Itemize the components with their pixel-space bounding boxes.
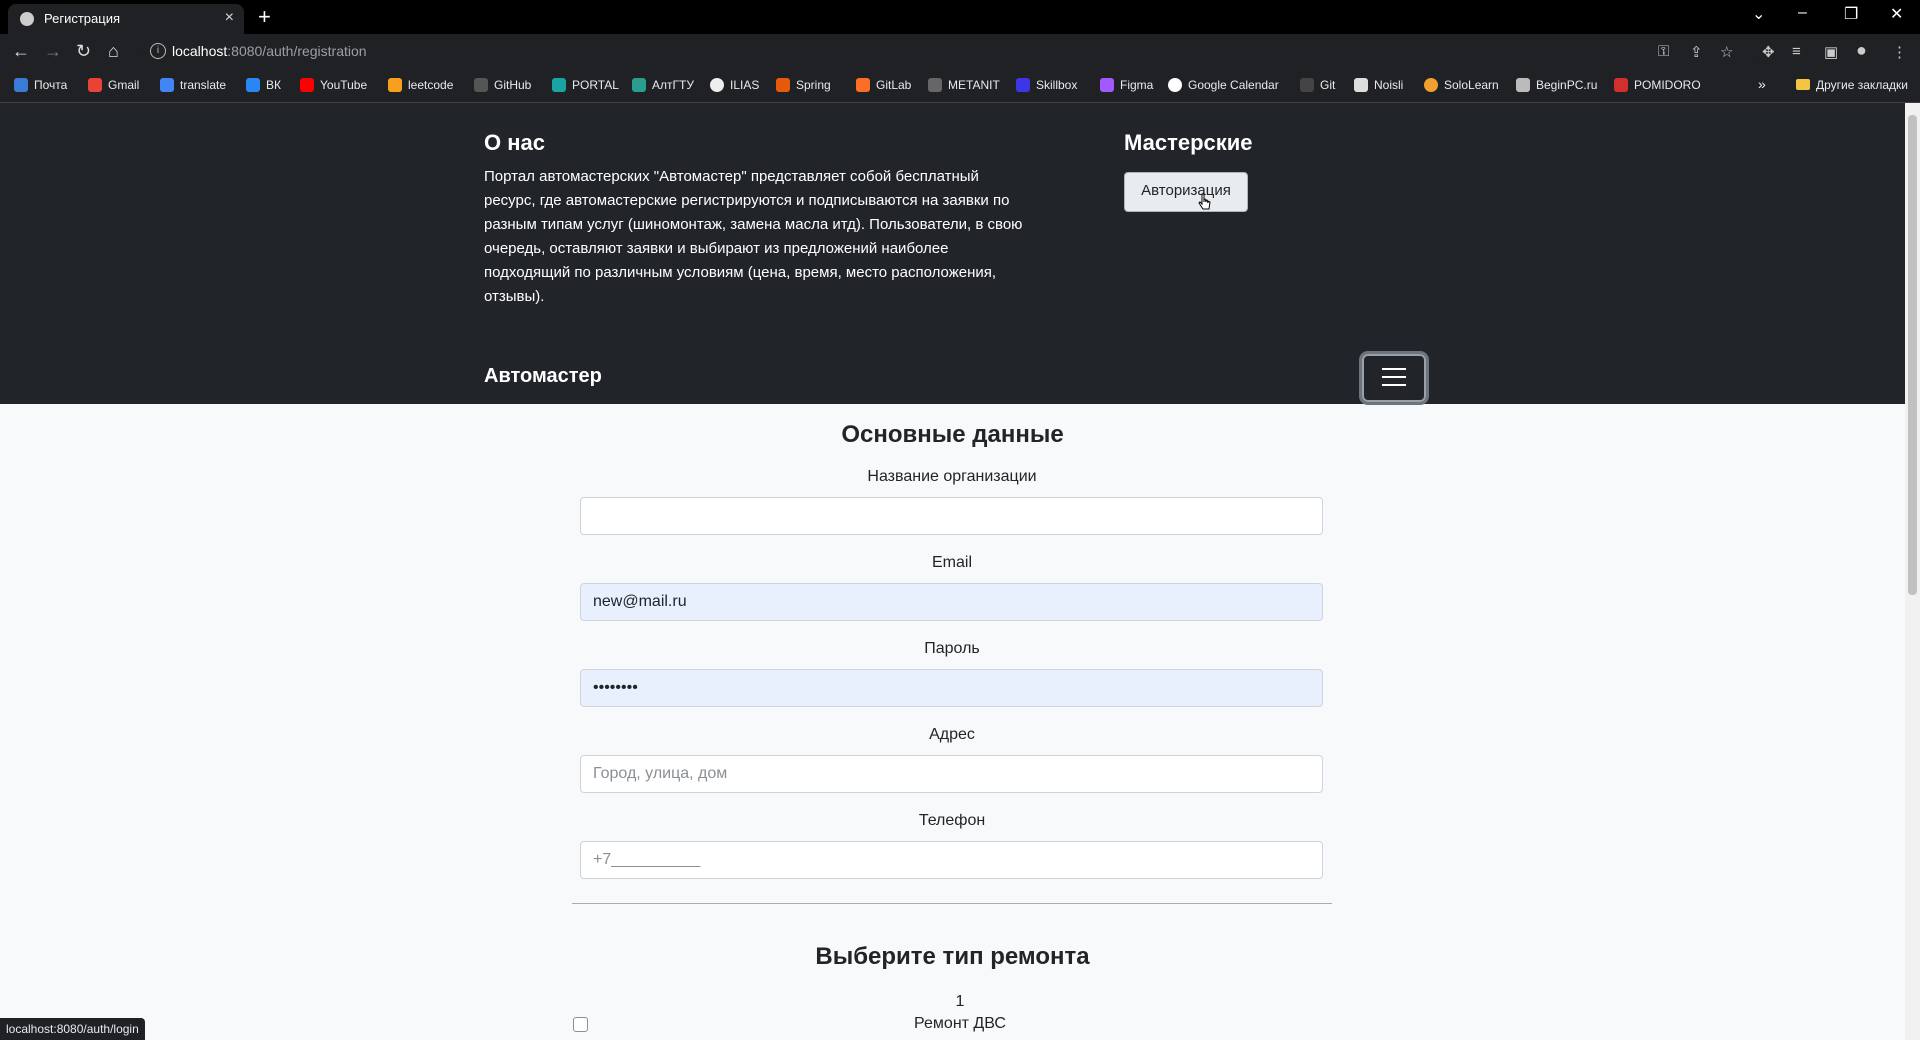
address-input[interactable]	[580, 755, 1323, 793]
phone-input[interactable]	[580, 841, 1323, 879]
site-header: О нас Портал автомастерских "Автомастер"…	[0, 103, 1905, 404]
workshops-title: Мастерские	[1124, 130, 1253, 155]
extensions-icon[interactable]: ✥	[1762, 43, 1775, 61]
close-tab-icon[interactable]: ×	[225, 9, 234, 27]
bookmark-item[interactable]: ВК	[246, 78, 281, 92]
repair-item-name: Ремонт ДВС	[914, 1015, 1006, 1032]
hamburger-icon	[1382, 368, 1406, 370]
navbar-toggle-button[interactable]	[1362, 354, 1426, 402]
window-close-icon[interactable]: ✕	[1890, 4, 1903, 24]
password-label: Пароль	[924, 640, 980, 657]
bookmark-item[interactable]: Почта	[14, 78, 67, 92]
bookmark-item[interactable]: Spring	[776, 78, 831, 92]
bookmark-item[interactable]: METANIT	[928, 78, 1000, 92]
email-input[interactable]	[580, 583, 1323, 621]
page-viewport: О нас Портал автомастерских "Автомастер"…	[0, 103, 1905, 1040]
password-input[interactable]	[580, 669, 1323, 707]
address-bar[interactable]: i localhost:8080/auth/registration	[142, 38, 1762, 66]
hamburger-icon-bar	[1382, 384, 1406, 386]
bookmark-star-icon[interactable]: ☆	[1720, 43, 1733, 61]
divider	[572, 903, 1332, 904]
page-scrollbar[interactable]	[1905, 103, 1920, 1040]
home-icon[interactable]: ⌂	[108, 41, 119, 62]
bookmark-item[interactable]: leetcode	[388, 78, 453, 92]
login-button[interactable]: Авторизация	[1124, 172, 1248, 212]
other-bookmarks[interactable]: Другие закладки	[1796, 78, 1908, 92]
org-name-input[interactable]	[580, 497, 1323, 535]
about-text: Портал автомастерских "Автомастер" предс…	[484, 168, 1023, 305]
media-icon[interactable]: ≡	[1792, 43, 1801, 60]
about-title: О нас	[484, 130, 545, 155]
brand-title[interactable]: Автомастер	[484, 365, 602, 388]
more-bookmarks-icon[interactable]: »	[1758, 76, 1766, 92]
address-label: Адрес	[929, 726, 975, 743]
folder-icon	[1796, 79, 1810, 90]
back-icon[interactable]: ←	[12, 41, 30, 62]
org-name-label: Название организации	[867, 468, 1037, 485]
menu-icon[interactable]: ⋮	[1892, 43, 1907, 61]
bookmark-item[interactable]: Gmail	[88, 78, 139, 92]
share-icon[interactable]: ⇪	[1690, 43, 1703, 61]
repair-type-heading: Выберите тип ремонта	[815, 943, 1090, 970]
repair-item-number: 1	[955, 993, 965, 1010]
bookmark-item[interactable]: Figma	[1100, 78, 1153, 92]
hamburger-icon-bar	[1382, 376, 1406, 378]
bookmark-item[interactable]: SoloLearn	[1424, 78, 1499, 92]
phone-label: Телефон	[918, 812, 986, 829]
bookmark-item[interactable]: PORTAL	[552, 78, 619, 92]
reload-icon[interactable]: ↻	[76, 41, 91, 62]
bookmark-item[interactable]: YouTube	[300, 78, 367, 92]
profile-avatar-icon[interactable]: ●	[1856, 40, 1867, 61]
tab-title: Регистрация	[44, 11, 120, 26]
url-text: localhost:8080/auth/registration	[172, 43, 367, 59]
bookmark-item[interactable]: Skillbox	[1016, 78, 1077, 92]
site-info-icon[interactable]: i	[150, 43, 166, 59]
forward-icon[interactable]: →	[44, 41, 62, 62]
bookmark-item[interactable]: POMIDORO	[1614, 78, 1701, 92]
email-label: Email	[931, 554, 972, 571]
bookmark-item[interactable]: GitHub	[474, 78, 531, 92]
pointer-cursor-icon	[1198, 193, 1211, 210]
bookmark-item[interactable]: Noisli	[1354, 78, 1403, 92]
restore-icon[interactable]: ❐	[1844, 4, 1858, 24]
key-icon[interactable]: ⚿	[1658, 43, 1669, 60]
new-tab-icon[interactable]: +	[258, 4, 271, 30]
side-panel-icon[interactable]: ▣	[1824, 43, 1838, 61]
form-heading: Основные данные	[841, 421, 1064, 448]
bookmark-item[interactable]: Google Calendar	[1168, 78, 1279, 92]
repair-item-checkbox[interactable]	[573, 1017, 588, 1032]
bookmark-item[interactable]: GitLab	[856, 78, 911, 92]
bookmark-item[interactable]: BeginPC.ru	[1516, 78, 1597, 92]
bookmark-item[interactable]: АлтГТУ	[632, 78, 694, 92]
minimize-icon[interactable]: –	[1798, 4, 1807, 22]
bookmark-item[interactable]: translate	[160, 78, 226, 92]
bookmark-item[interactable]: ILIAS	[710, 78, 759, 92]
bookmarks-bar: Почта Gmail translate ВК YouTube leetcod…	[0, 70, 1920, 103]
status-bar: localhost:8080/auth/login	[0, 1018, 145, 1040]
tab-search-icon[interactable]: ⌄	[1752, 4, 1765, 24]
bookmark-item[interactable]: Git	[1300, 78, 1335, 92]
globe-icon	[20, 12, 34, 26]
browser-tabstrip: Регистрация × + ⌄ – ❐ ✕	[0, 0, 1920, 34]
browser-toolbar: ← → ↻ ⌂ i localhost:8080/auth/registrati…	[0, 34, 1920, 70]
scrollbar-thumb[interactable]	[1908, 115, 1917, 595]
browser-tab[interactable]: Регистрация ×	[8, 4, 244, 34]
